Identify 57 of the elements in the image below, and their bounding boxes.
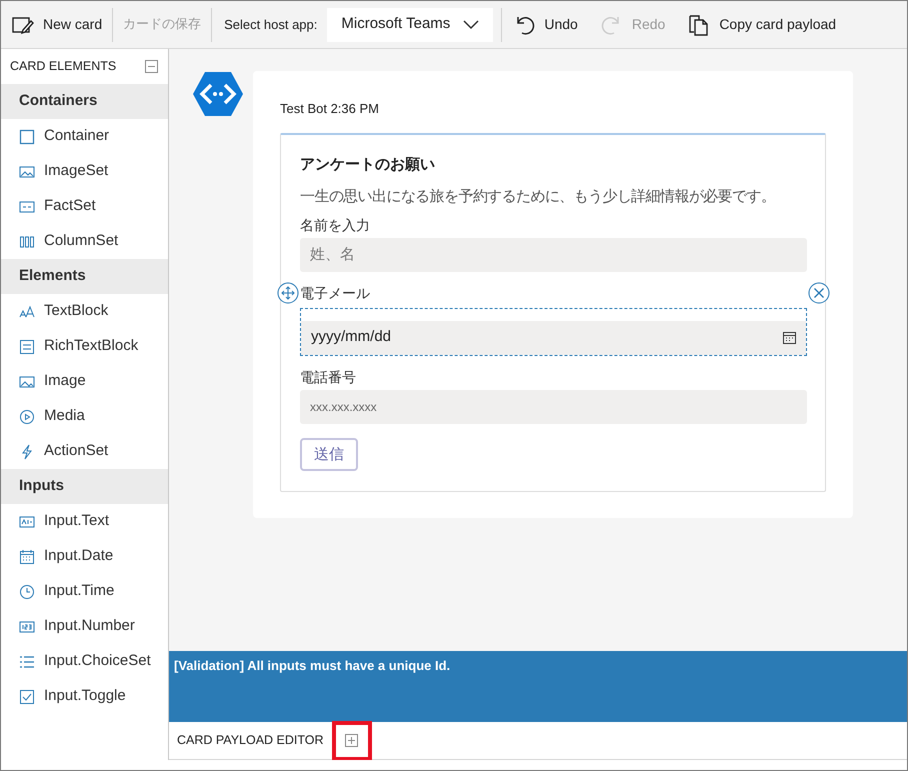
element-item[interactable]: Container — [1, 119, 168, 154]
sidebar-title: CARD ELEMENTS — [10, 58, 116, 76]
undo-button[interactable]: Undo — [510, 6, 580, 42]
host-app-label: Select host app: — [224, 16, 318, 34]
date-field[interactable]: yyyy/mm/dd — [301, 320, 806, 354]
bullet-list-icon — [19, 654, 35, 670]
element-item[interactable]: Input.Number — [1, 609, 168, 644]
group-header[interactable]: Containers — [1, 84, 168, 119]
rich-text-icon — [19, 338, 35, 354]
group-header[interactable]: Inputs — [1, 469, 168, 504]
element-item[interactable]: Image — [1, 364, 168, 399]
element-item[interactable]: Input.ChoiceSet — [1, 644, 168, 679]
clock-icon — [19, 584, 35, 600]
move-handle-icon[interactable] — [277, 282, 299, 304]
element-item[interactable]: TextBlock — [1, 294, 168, 329]
name-field[interactable]: 姓、名 — [300, 238, 807, 272]
square-icon — [19, 128, 35, 144]
list-icon — [19, 198, 35, 214]
expand-icon[interactable] — [345, 734, 358, 747]
host-app-dropdown[interactable]: Microsoft Teams — [327, 8, 494, 42]
validation-message: [Validation] All inputs must have a unique Id. — [174, 657, 452, 675]
element-item[interactable]: ActionSet — [1, 434, 168, 469]
card-text: 一生の思い出になる旅を予約するために、もう少し詳細情報が必要です。 — [300, 186, 776, 207]
element-item[interactable]: Input.Time — [1, 574, 168, 609]
text-field-icon — [19, 514, 35, 530]
image-icon — [19, 374, 35, 390]
payload-editor-title: CARD PAYLOAD EDITOR — [177, 732, 324, 750]
columns-icon — [19, 234, 35, 250]
images-icon — [19, 164, 35, 180]
field-label: 電話番号 — [300, 368, 357, 388]
lightning-icon — [19, 444, 35, 460]
delete-icon[interactable] — [808, 282, 830, 304]
element-item[interactable]: FactSet — [1, 189, 168, 224]
font-size-icon — [19, 304, 35, 320]
calendar-icon — [783, 331, 796, 344]
element-item[interactable]: Media — [1, 399, 168, 434]
checkbox-icon — [19, 688, 35, 704]
calendar-icon — [19, 548, 35, 564]
element-item[interactable]: Input.Text — [1, 504, 168, 539]
group-header[interactable]: Elements — [1, 259, 168, 294]
message-sender: Test Bot 2:36 PM — [280, 100, 380, 117]
element-item[interactable]: Input.Toggle — [1, 679, 168, 714]
chevron-down-icon — [463, 20, 480, 30]
field-label: 電子メール — [300, 284, 371, 304]
play-icon — [19, 408, 35, 424]
element-item[interactable]: ColumnSet — [1, 224, 168, 259]
submit-button[interactable]: 送信 — [300, 438, 358, 470]
field-label: 名前を入力 — [300, 216, 371, 236]
element-item[interactable]: RichTextBlock — [1, 329, 168, 364]
bot-avatar-icon — [193, 71, 243, 117]
number-field-icon — [19, 618, 35, 634]
element-item[interactable]: Input.Date — [1, 539, 168, 574]
new-button[interactable]: New card — [9, 6, 104, 42]
element-item[interactable]: ImageSet — [1, 154, 168, 189]
copy-button[interactable]: Copy card payload — [685, 6, 838, 42]
phone-field[interactable]: xxx.xxx.xxxx — [300, 390, 807, 424]
card-title: アンケートのお願い — [300, 154, 436, 175]
